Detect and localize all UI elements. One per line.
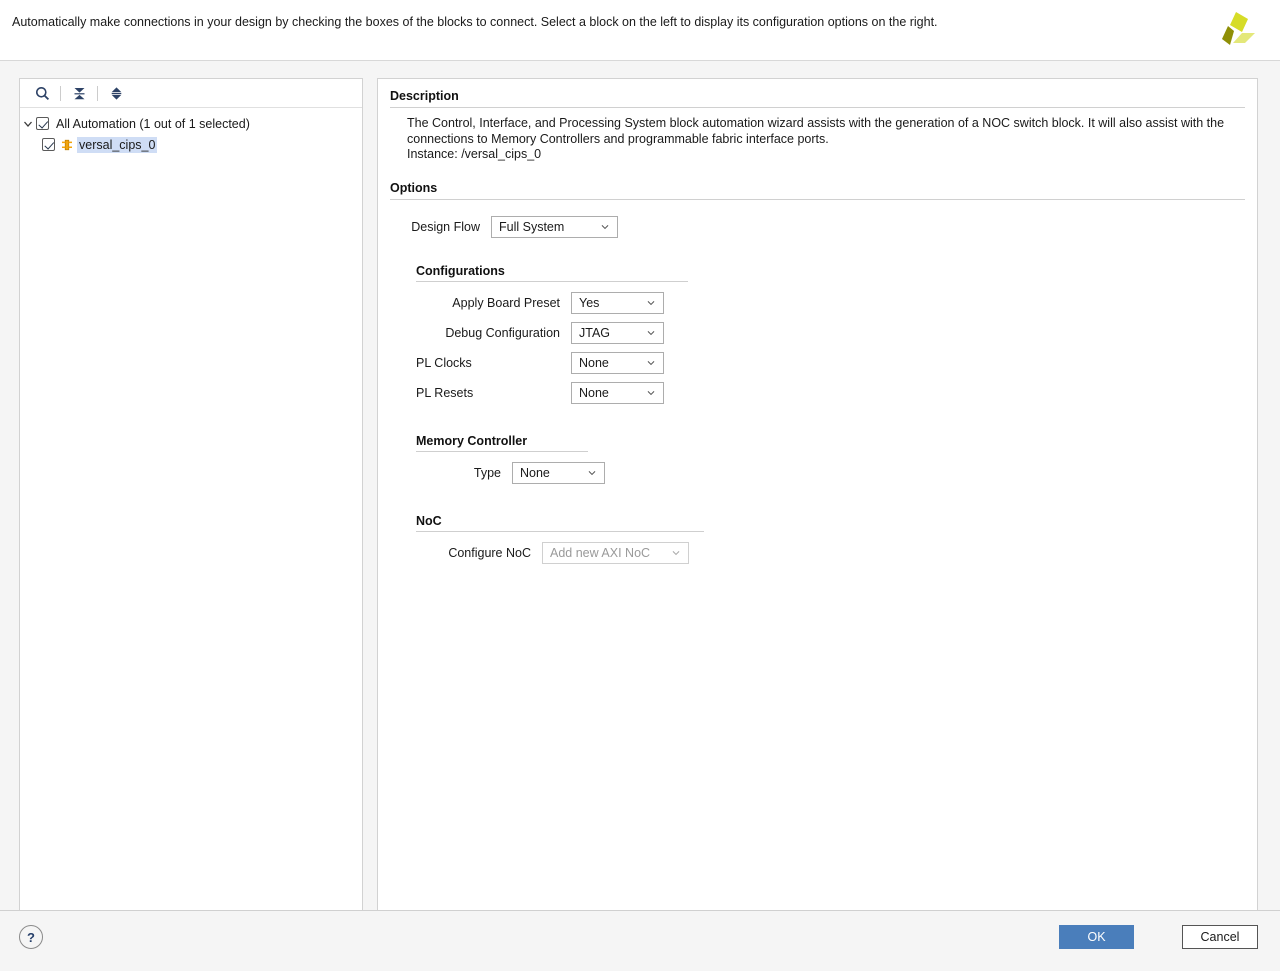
tree-content: All Automation (1 out of 1 selected) ver… [20, 108, 362, 155]
collapse-all-icon[interactable] [66, 82, 92, 104]
tree-row-all-automation[interactable]: All Automation (1 out of 1 selected) [20, 113, 362, 134]
row-configure-noc: Configure NoC Add new AXI NoC [416, 538, 1245, 568]
group-title-memory-controller: Memory Controller [416, 434, 588, 448]
chevron-down-icon [647, 359, 655, 367]
row-pl-resets: PL Resets None [416, 378, 1245, 408]
group-title-configurations: Configurations [416, 264, 688, 278]
select-debug-configuration-value: JTAG [579, 326, 610, 340]
label-design-flow: Design Flow [390, 220, 480, 234]
tree-label-all-automation: All Automation (1 out of 1 selected) [54, 116, 252, 132]
chevron-down-icon[interactable] [20, 119, 36, 129]
row-debug-configuration: Debug Configuration JTAG [416, 318, 1245, 348]
group-memory-controller: Memory Controller [416, 434, 588, 452]
group-title-noc: NoC [416, 514, 704, 528]
select-design-flow[interactable]: Full System [491, 216, 618, 238]
options-panel: Description The Control, Interface, and … [377, 78, 1258, 913]
group-configurations: Configurations [416, 264, 688, 282]
row-design-flow: Design Flow Full System [390, 212, 1245, 242]
configurations-fields: Apply Board Preset Yes Debug Configurati… [416, 288, 1245, 408]
label-memory-controller-type: Type [416, 466, 501, 480]
label-pl-resets: PL Resets [416, 386, 560, 400]
chevron-down-icon [672, 549, 680, 557]
description-paragraph: The Control, Interface, and Processing S… [407, 116, 1245, 147]
description-body: The Control, Interface, and Processing S… [390, 108, 1245, 163]
header-instruction-text: Automatically make connections in your d… [12, 14, 938, 30]
label-apply-board-preset: Apply Board Preset [416, 296, 560, 310]
checkbox-all-automation[interactable] [36, 117, 49, 130]
description-heading: Description [390, 79, 1245, 103]
dialog-header: Automatically make connections in your d… [0, 0, 1280, 61]
select-pl-clocks-value: None [579, 356, 609, 370]
select-apply-board-preset-value: Yes [579, 296, 599, 310]
chevron-down-icon [588, 469, 596, 477]
select-memory-controller-type-value: None [520, 466, 550, 480]
chevron-down-icon [647, 299, 655, 307]
cancel-button[interactable]: Cancel [1182, 925, 1258, 949]
label-pl-clocks: PL Clocks [416, 356, 560, 370]
select-apply-board-preset[interactable]: Yes [571, 292, 664, 314]
dialog-footer: ? OK Cancel [0, 910, 1280, 971]
search-icon[interactable] [29, 82, 55, 104]
row-memory-controller-type: Type None [416, 458, 1245, 488]
group-rule-memory-controller [416, 451, 588, 452]
ip-block-icon [60, 138, 74, 152]
toolbar-separator-2 [97, 86, 98, 101]
options-heading: Options [390, 163, 1245, 195]
select-pl-resets-value: None [579, 386, 609, 400]
checkbox-versal-cips-0[interactable] [42, 138, 55, 151]
select-design-flow-value: Full System [499, 220, 564, 234]
tree-toolbar [20, 79, 362, 108]
label-debug-configuration: Debug Configuration [416, 326, 560, 340]
select-configure-noc-value: Add new AXI NoC [550, 546, 650, 560]
chevron-down-icon [601, 223, 609, 231]
expand-all-icon[interactable] [103, 82, 129, 104]
options-rule [390, 199, 1245, 200]
chevron-down-icon [647, 329, 655, 337]
memory-controller-fields: Type None [416, 458, 1245, 488]
select-configure-noc: Add new AXI NoC [542, 542, 689, 564]
select-debug-configuration[interactable]: JTAG [571, 322, 664, 344]
row-apply-board-preset: Apply Board Preset Yes [416, 288, 1245, 318]
dialog-body: All Automation (1 out of 1 selected) ver… [0, 61, 1280, 910]
group-rule-noc [416, 531, 704, 532]
tree-row-versal-cips-0[interactable]: versal_cips_0 [20, 134, 362, 155]
select-pl-clocks[interactable]: None [571, 352, 664, 374]
chevron-down-icon [647, 389, 655, 397]
group-rule-configurations [416, 281, 688, 282]
amd-xilinx-logo [1214, 10, 1258, 52]
help-button[interactable]: ? [19, 925, 43, 949]
row-pl-clocks: PL Clocks None [416, 348, 1245, 378]
tree-label-versal-cips-0: versal_cips_0 [77, 137, 157, 153]
group-noc: NoC [416, 514, 704, 532]
ok-button[interactable]: OK [1059, 925, 1134, 949]
description-instance: Instance: /versal_cips_0 [407, 147, 1245, 163]
label-configure-noc: Configure NoC [416, 546, 531, 560]
select-pl-resets[interactable]: None [571, 382, 664, 404]
select-memory-controller-type[interactable]: None [512, 462, 605, 484]
noc-fields: Configure NoC Add new AXI NoC [416, 538, 1245, 568]
automation-tree-panel: All Automation (1 out of 1 selected) ver… [19, 78, 363, 913]
toolbar-separator-1 [60, 86, 61, 101]
